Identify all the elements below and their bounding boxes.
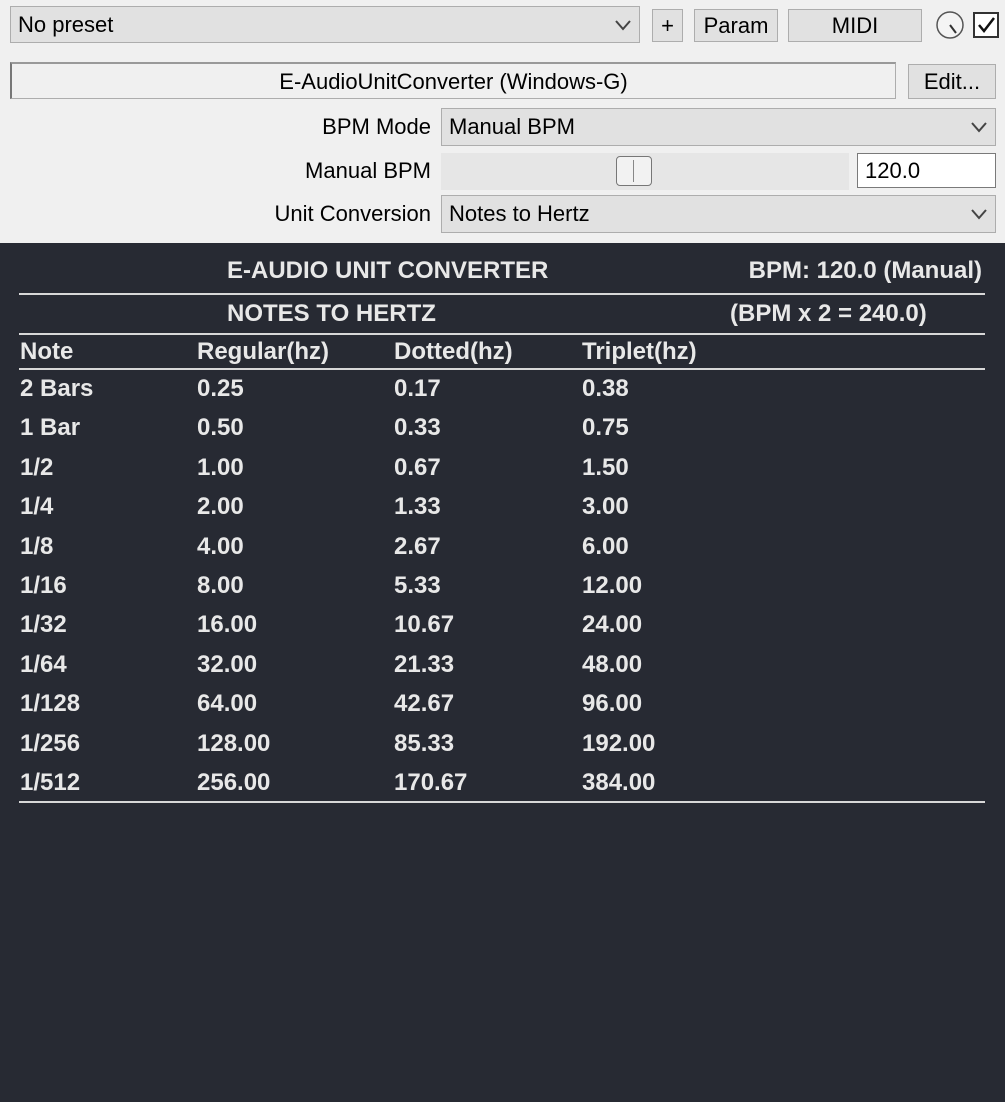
divider: [19, 293, 985, 295]
table-cell: 1/128: [20, 690, 81, 717]
table-cell: 2.67: [394, 533, 441, 560]
col-header-triplet: Triplet(hz): [582, 338, 697, 365]
manual-bpm-field[interactable]: 120.0: [857, 153, 996, 188]
table-cell: 1.00: [197, 454, 244, 481]
converter-display: E-AUDIO UNIT CONVERTER BPM: 120.0 (Manua…: [0, 243, 1005, 1102]
table-cell: 1/256: [20, 730, 81, 757]
unit-conversion-label: Unit Conversion: [274, 201, 431, 226]
table-cell: 4.00: [197, 533, 244, 560]
table-cell: 8.00: [197, 572, 244, 599]
table-cell: 0.33: [394, 414, 441, 441]
col-header-dotted: Dotted(hz): [394, 338, 513, 365]
table-cell: 96.00: [582, 690, 643, 717]
table-cell: 0.38: [582, 375, 629, 402]
chevron-down-icon: [615, 20, 631, 31]
slider-thumb[interactable]: [616, 156, 652, 186]
table-cell: 256.00: [197, 769, 271, 796]
table-cell: 0.17: [394, 375, 441, 402]
table-cell: 48.00: [582, 651, 643, 678]
chevron-down-icon: [971, 209, 987, 220]
table-cell: 1/16: [20, 572, 67, 599]
plugin-name-bar: E-AudioUnitConverter (Windows-G): [10, 62, 896, 99]
checkbox-checked-icon[interactable]: [973, 12, 999, 38]
chevron-down-icon: [971, 122, 987, 133]
table-cell: 1/32: [20, 611, 67, 638]
col-header-note: Note: [20, 338, 74, 365]
table-cell: 12.00: [582, 572, 643, 599]
table-cell: 16.00: [197, 611, 258, 638]
table-cell: 1.33: [394, 493, 441, 520]
bpm-mode-label: BPM Mode: [322, 114, 431, 139]
display-subtitle: NOTES TO HERTZ: [227, 300, 436, 327]
manual-bpm-label: Manual BPM: [305, 158, 431, 183]
table-cell: 85.33: [394, 730, 455, 757]
table-cell: 24.00: [582, 611, 643, 638]
table-cell: 21.33: [394, 651, 455, 678]
table-cell: 192.00: [582, 730, 656, 757]
host-toolbar: No preset + Param MIDI E-AudioUnitConver…: [0, 0, 1005, 243]
table-cell: 128.00: [197, 730, 271, 757]
display-title: E-AUDIO UNIT CONVERTER: [227, 257, 549, 284]
table-cell: 32.00: [197, 651, 258, 678]
table-cell: 1/2: [20, 454, 54, 481]
table-cell: 64.00: [197, 690, 258, 717]
table-cell: 42.67: [394, 690, 455, 717]
table-cell: 0.25: [197, 375, 244, 402]
table-cell: 2 Bars: [20, 375, 94, 402]
table-cell: 0.75: [582, 414, 629, 441]
edit-button[interactable]: Edit...: [908, 64, 996, 99]
preset-dropdown[interactable]: No preset: [10, 6, 640, 43]
divider: [19, 368, 985, 370]
knob-icon[interactable]: [935, 10, 965, 40]
table-cell: 1.50: [582, 454, 629, 481]
bpm-mode-value: Manual BPM: [449, 114, 575, 139]
table-cell: 1/4: [20, 493, 54, 520]
param-button[interactable]: Param: [694, 9, 778, 42]
midi-button[interactable]: MIDI: [788, 9, 922, 42]
table-cell: 0.67: [394, 454, 441, 481]
divider: [19, 801, 985, 803]
table-cell: 0.50: [197, 414, 244, 441]
table-cell: 1/64: [20, 651, 67, 678]
table-cell: 3.00: [582, 493, 629, 520]
table-cell: 6.00: [582, 533, 629, 560]
table-cell: 5.33: [394, 572, 441, 599]
table-cell: 2.00: [197, 493, 244, 520]
table-cell: 1/512: [20, 769, 81, 796]
add-preset-button[interactable]: +: [652, 9, 683, 42]
unit-conversion-value: Notes to Hertz: [449, 201, 590, 226]
formula-text: (BPM x 2 = 240.0): [730, 300, 927, 327]
preset-label: No preset: [18, 12, 114, 37]
bpm-mode-select[interactable]: Manual BPM: [441, 108, 996, 146]
col-header-regular: Regular(hz): [197, 338, 329, 365]
table-cell: 1 Bar: [20, 414, 81, 441]
unit-conversion-select[interactable]: Notes to Hertz: [441, 195, 996, 233]
divider: [19, 333, 985, 335]
bpm-status: BPM: 120.0 (Manual): [748, 257, 982, 284]
table-cell: 1/8: [20, 533, 54, 560]
table-cell: 10.67: [394, 611, 455, 638]
table-cell: 170.67: [394, 769, 468, 796]
table-cell: 384.00: [582, 769, 656, 796]
